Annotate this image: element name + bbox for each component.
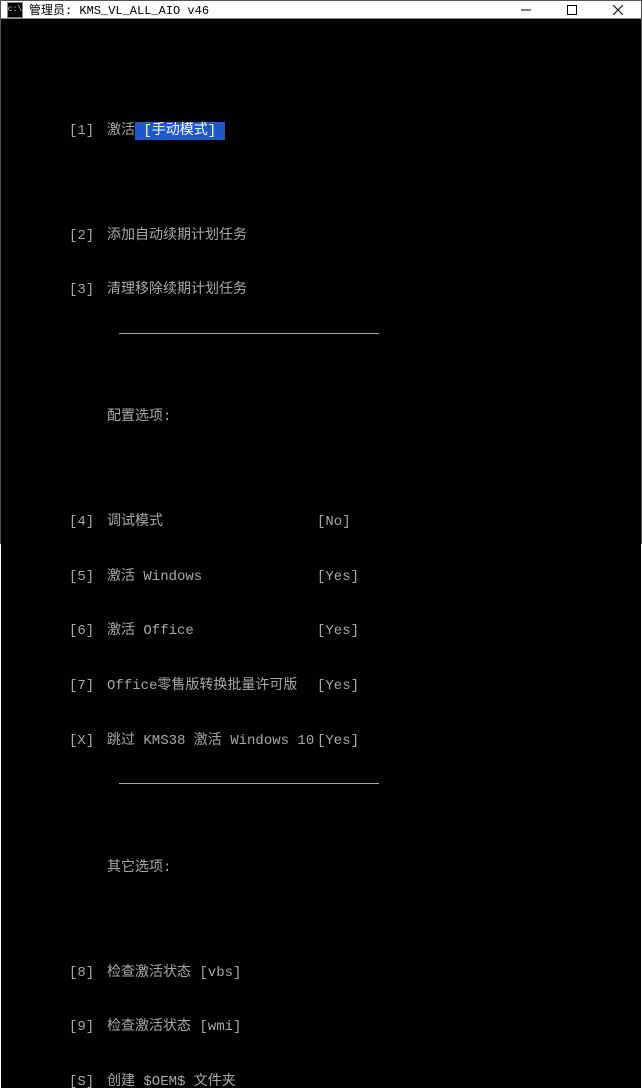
menu-item-4: [4]调试模式[No] [69, 513, 611, 531]
menu-value: [No] [317, 513, 351, 531]
maximize-button[interactable] [549, 1, 595, 18]
menu-key: [1] [69, 122, 107, 140]
menu-item-S: [S]创建 $OEM$ 文件夹 [69, 1073, 611, 1088]
console-window: c:\ 管理员: KMS_VL_ALL_AIO v46 [1]激活 [手动模式]… [0, 0, 642, 544]
menu-key: [S] [69, 1073, 107, 1088]
window-controls [503, 1, 641, 18]
menu-key: [7] [69, 677, 107, 695]
menu-key: [X] [69, 732, 107, 750]
menu-label: Office零售版转换批量许可版 [107, 677, 317, 695]
menu-key: [9] [69, 1018, 107, 1036]
section-header-other: 其它选项: [69, 859, 611, 877]
menu-item-6: [6]激活 Office[Yes] [69, 622, 611, 640]
menu-label: 创建 $OEM$ 文件夹 [107, 1073, 236, 1088]
console-content[interactable]: [1]激活 [手动模式] [2]添加自动续期计划任务 [3]清理移除续期计划任务… [1, 19, 641, 1088]
menu-value: [Yes] [317, 568, 359, 586]
menu-key: [4] [69, 513, 107, 531]
menu-key: [6] [69, 622, 107, 640]
titlebar[interactable]: c:\ 管理员: KMS_VL_ALL_AIO v46 [1, 1, 641, 19]
menu-label: 检查激活状态 [vbs] [107, 964, 241, 982]
menu-value: [Yes] [317, 677, 359, 695]
menu-key: [3] [69, 281, 107, 299]
close-button[interactable] [595, 1, 641, 18]
menu-label: 清理移除续期计划任务 [107, 281, 247, 299]
menu-item-8: [8]检查激活状态 [vbs] [69, 964, 611, 982]
menu-item-1: [1]激活 [手动模式] [69, 122, 611, 140]
mode-highlight: [手动模式] [135, 122, 225, 140]
menu-item-X: [X]跳过 KMS38 激活 Windows 10[Yes] [69, 732, 611, 750]
menu-item-5: [5]激活 Windows[Yes] [69, 568, 611, 586]
menu-label: 调试模式 [107, 513, 317, 531]
menu-label: 跳过 KMS38 激活 Windows 10 [107, 732, 317, 750]
divider [119, 768, 379, 784]
menu-item-7: [7]Office零售版转换批量许可版[Yes] [69, 677, 611, 695]
menu-value: [Yes] [317, 622, 359, 640]
divider [119, 318, 379, 334]
menu-label: 添加自动续期计划任务 [107, 227, 247, 245]
section-header-config: 配置选项: [69, 408, 611, 426]
menu-item-3: [3]清理移除续期计划任务 [69, 281, 611, 299]
menu-label: 激活 Office [107, 622, 317, 640]
minimize-button[interactable] [503, 1, 549, 18]
menu-label: 激活 [107, 122, 135, 140]
menu-key: [5] [69, 568, 107, 586]
menu-item-9: [9]检查激活状态 [wmi] [69, 1018, 611, 1036]
menu-item-2: [2]添加自动续期计划任务 [69, 227, 611, 245]
menu-key: [2] [69, 227, 107, 245]
menu-label: 激活 Windows [107, 568, 317, 586]
menu-key: [8] [69, 964, 107, 982]
menu-label: 检查激活状态 [wmi] [107, 1018, 241, 1036]
console-icon: c:\ [7, 2, 23, 18]
menu-value: [Yes] [317, 732, 359, 750]
window-title: 管理员: KMS_VL_ALL_AIO v46 [29, 1, 503, 18]
